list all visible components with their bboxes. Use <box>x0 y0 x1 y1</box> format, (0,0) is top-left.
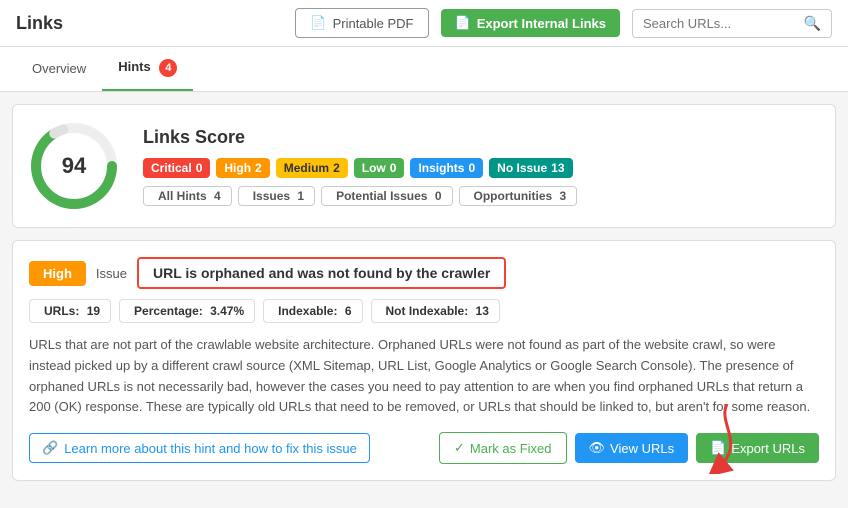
filter-tags: All Hints 4 Issues 1 Potential Issues 0 … <box>143 186 819 206</box>
pdf-icon: 📄 <box>310 15 326 31</box>
score-value: 94 <box>62 153 86 179</box>
filter-issues[interactable]: Issues 1 <box>238 186 315 206</box>
issue-description: URLs that are not part of the crawlable … <box>29 335 819 418</box>
search-icon: 🔍 <box>804 15 821 32</box>
page-title: Links <box>16 13 63 34</box>
badge-medium[interactable]: Medium 2 <box>276 158 348 178</box>
score-content: Links Score Critical 0 High 2 Medium 2 L… <box>143 127 819 206</box>
filter-potential-issues[interactable]: Potential Issues 0 <box>321 186 452 206</box>
issue-header: High Issue URL is orphaned and was not f… <box>29 257 819 289</box>
issue-type-label: Issue <box>96 266 127 281</box>
badge-insights[interactable]: Insights 0 <box>410 158 483 178</box>
external-link-icon: 🔗 <box>42 440 58 456</box>
stat-urls: URLs: 19 <box>29 299 111 323</box>
tabs-bar: Overview Hints 4 <box>0 47 848 92</box>
action-buttons: ✓ Mark as Fixed 👁 View URLs 📄 Export URL… <box>439 432 819 464</box>
export-urls-icon: 📄 <box>710 440 726 456</box>
page-header: Links 📄 Printable PDF 📄 Export Internal … <box>0 0 848 47</box>
check-icon: ✓ <box>454 440 465 456</box>
score-card: 94 Links Score Critical 0 High 2 Medium … <box>12 104 836 228</box>
tab-hints[interactable]: Hints 4 <box>102 47 193 91</box>
issue-title: URL is orphaned and was not found by the… <box>137 257 506 289</box>
issue-footer: 🔗 Learn more about this hint and how to … <box>29 432 819 464</box>
badge-noissue[interactable]: No Issue 13 <box>489 158 572 178</box>
learn-more-link[interactable]: 🔗 Learn more about this hint and how to … <box>29 433 370 463</box>
badge-high[interactable]: High 2 <box>216 158 269 178</box>
tab-overview[interactable]: Overview <box>16 49 102 90</box>
issue-severity-badge: High <box>29 261 86 286</box>
score-donut: 94 <box>29 121 119 211</box>
export-icon: 📄 <box>455 15 471 31</box>
stat-percentage: Percentage: 3.47% <box>119 299 255 323</box>
view-urls-button[interactable]: 👁 View URLs <box>575 433 689 463</box>
hints-badge: 4 <box>159 59 177 77</box>
filter-opportunities[interactable]: Opportunities 3 <box>459 186 578 206</box>
filter-all-hints[interactable]: All Hints 4 <box>143 186 232 206</box>
issue-card: High Issue URL is orphaned and was not f… <box>12 240 836 481</box>
printable-pdf-button[interactable]: 📄 Printable PDF <box>295 8 428 38</box>
search-box: 🔍 <box>632 9 832 38</box>
issue-stats: URLs: 19 Percentage: 3.47% Indexable: 6 … <box>29 299 819 323</box>
eye-icon: 👁 <box>589 440 606 456</box>
score-title: Links Score <box>143 127 819 148</box>
stat-not-indexable: Not Indexable: 13 <box>371 299 500 323</box>
search-input[interactable] <box>643 16 804 31</box>
badge-low[interactable]: Low 0 <box>354 158 405 178</box>
score-badges: Critical 0 High 2 Medium 2 Low 0 Insight… <box>143 158 819 178</box>
export-internal-links-button[interactable]: 📄 Export Internal Links <box>441 9 621 37</box>
badge-critical[interactable]: Critical 0 <box>143 158 210 178</box>
stat-indexable: Indexable: 6 <box>263 299 362 323</box>
mark-as-fixed-button[interactable]: ✓ Mark as Fixed <box>439 432 567 464</box>
export-urls-button[interactable]: 📄 Export URLs <box>696 433 819 463</box>
